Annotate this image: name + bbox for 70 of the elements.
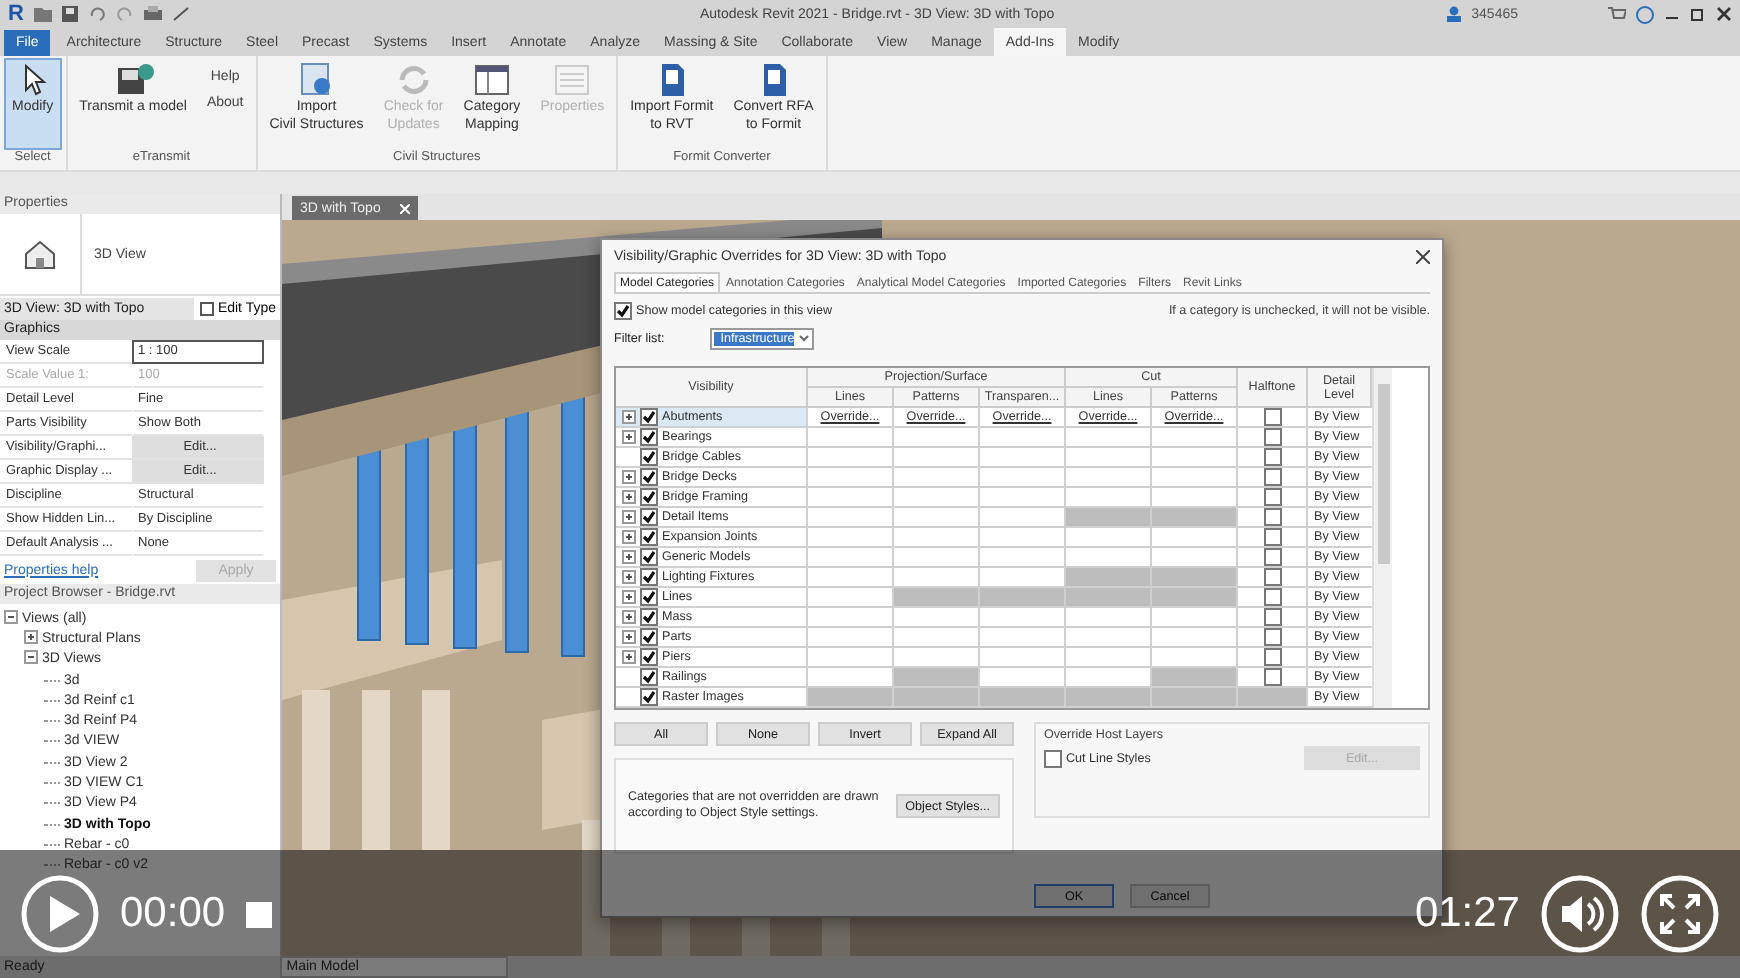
- volume-button[interactable]: [1540, 874, 1620, 954]
- folder-icon[interactable]: [33, 6, 52, 22]
- checkbox[interactable]: [640, 548, 658, 566]
- table-icon: [471, 62, 512, 98]
- play-button[interactable]: [20, 874, 100, 954]
- expand-icon[interactable]: [622, 530, 636, 544]
- checkbox[interactable]: [1263, 628, 1281, 646]
- disk-icon: [113, 62, 154, 98]
- checkbox[interactable]: [640, 428, 658, 446]
- edit-type-icon: [199, 301, 214, 315]
- checkbox[interactable]: [1263, 508, 1281, 526]
- checkbox[interactable]: [640, 648, 658, 666]
- checkbox[interactable]: [640, 568, 658, 586]
- fullscreen-button[interactable]: [1640, 874, 1720, 954]
- expand-icon[interactable]: [622, 410, 636, 424]
- duration-time: 01:27: [1414, 890, 1520, 938]
- checkbox[interactable]: [1044, 749, 1062, 767]
- expand-icon[interactable]: [622, 630, 636, 644]
- checkbox[interactable]: [640, 448, 658, 466]
- close-icon[interactable]: [1416, 249, 1430, 263]
- checkbox[interactable]: [640, 588, 658, 606]
- expand-icon[interactable]: [622, 650, 636, 664]
- collapse-icon[interactable]: [24, 650, 38, 665]
- checkbox[interactable]: [1263, 548, 1281, 566]
- help-icon[interactable]: [1636, 5, 1654, 23]
- user-icon: [1445, 6, 1462, 22]
- expand-icon[interactable]: [622, 590, 636, 604]
- checkbox[interactable]: [1263, 528, 1281, 546]
- close-icon[interactable]: [1716, 6, 1732, 22]
- print-icon[interactable]: [143, 6, 162, 22]
- expand-icon[interactable]: [622, 490, 636, 504]
- app-logo: R: [8, 2, 24, 26]
- checkbox[interactable]: [1263, 468, 1281, 486]
- undo-icon[interactable]: [87, 6, 106, 22]
- house-icon: [22, 238, 58, 270]
- expand-icon[interactable]: [622, 470, 636, 484]
- expand-icon[interactable]: [24, 629, 38, 644]
- expand-icon[interactable]: [622, 570, 636, 584]
- checkbox[interactable]: [640, 408, 658, 426]
- collapse-icon[interactable]: [4, 609, 18, 624]
- checkbox[interactable]: [640, 488, 658, 506]
- checkbox[interactable]: [640, 628, 658, 646]
- list-icon: [552, 62, 593, 98]
- checkbox[interactable]: [1263, 608, 1281, 626]
- checkbox[interactable]: [640, 508, 658, 526]
- checkbox[interactable]: [1263, 648, 1281, 666]
- checkbox[interactable]: [640, 668, 658, 686]
- expand-icon[interactable]: [622, 430, 636, 444]
- checkbox[interactable]: [1263, 448, 1281, 466]
- measure-icon[interactable]: [171, 6, 190, 22]
- expand-icon[interactable]: [622, 610, 636, 624]
- checkbox[interactable]: [614, 301, 632, 319]
- checkbox[interactable]: [1263, 428, 1281, 446]
- expand-icon[interactable]: [622, 550, 636, 564]
- checkbox[interactable]: [1263, 488, 1281, 506]
- checkbox[interactable]: [1263, 408, 1281, 426]
- checkbox[interactable]: [640, 528, 658, 546]
- save-icon[interactable]: [61, 6, 78, 22]
- checkbox[interactable]: [1263, 588, 1281, 606]
- checkbox[interactable]: [1263, 668, 1281, 686]
- cart-icon[interactable]: [1608, 6, 1626, 22]
- elapsed-time: 00:00: [120, 890, 226, 938]
- checkbox[interactable]: [640, 608, 658, 626]
- expand-icon[interactable]: [622, 510, 636, 524]
- checkbox[interactable]: [640, 468, 658, 486]
- checkbox[interactable]: [640, 688, 658, 706]
- scrollbar[interactable]: [1372, 368, 1392, 708]
- checkbox[interactable]: [1263, 568, 1281, 586]
- restore-icon[interactable]: [1690, 6, 1706, 22]
- caret-icon: [796, 332, 813, 344]
